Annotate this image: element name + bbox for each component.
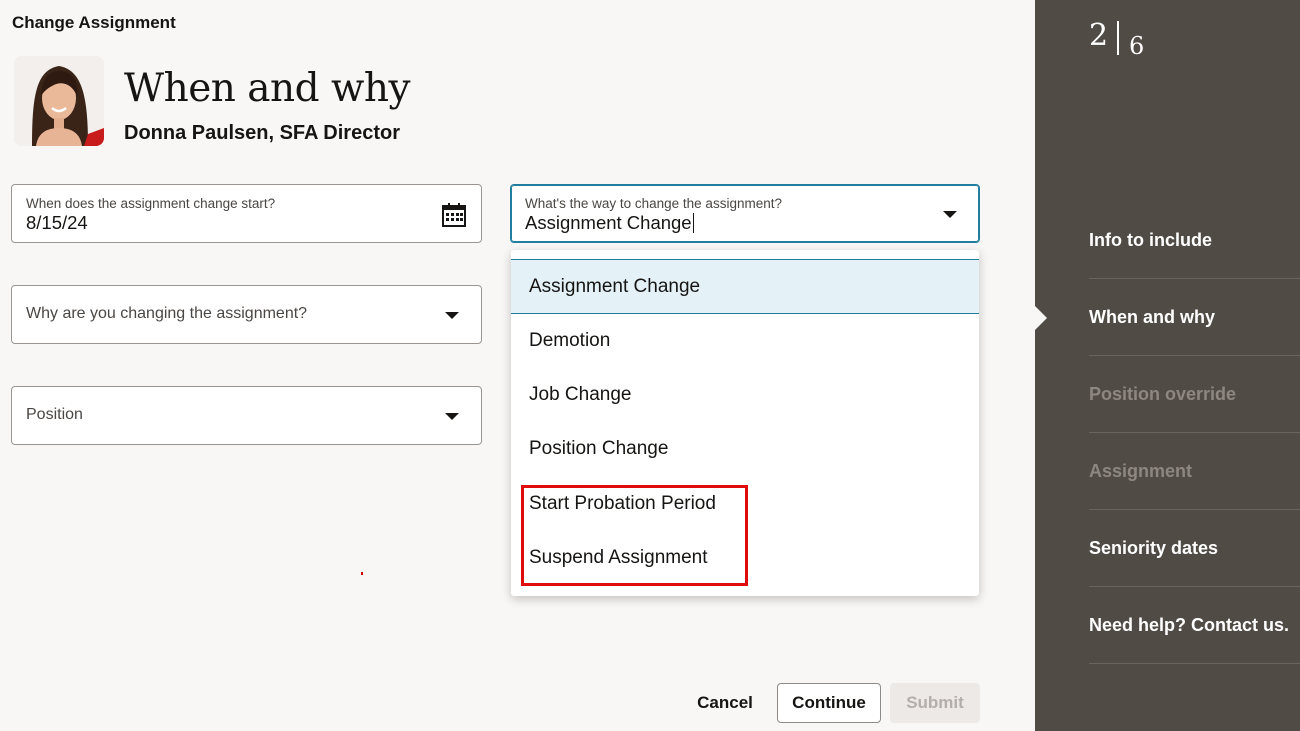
- dropdown-option[interactable]: Job Change: [511, 368, 979, 422]
- cancel-button[interactable]: Cancel: [690, 684, 760, 722]
- nav-item-seniority-dates[interactable]: Seniority dates: [1089, 510, 1300, 587]
- start-date-value[interactable]: 8/15/24: [26, 212, 88, 234]
- action-label: What's the way to change the assignment?: [525, 196, 782, 211]
- text-cursor: [692, 213, 695, 233]
- nav-item-position-override: Position override: [1089, 356, 1300, 433]
- nav-item-when-and-why[interactable]: When and why: [1089, 279, 1300, 356]
- section-heading: When and why: [124, 66, 411, 111]
- step-total: 6: [1129, 32, 1145, 60]
- chevron-down-icon[interactable]: [943, 211, 957, 218]
- person-photo: [14, 56, 104, 146]
- calendar-icon[interactable]: [441, 202, 467, 228]
- dropdown-option[interactable]: Assignment Change: [511, 260, 979, 314]
- continue-button[interactable]: Continue: [777, 683, 881, 723]
- nav-item-assignment: Assignment: [1089, 433, 1300, 510]
- page-title: Change Assignment: [12, 13, 176, 32]
- reason-select[interactable]: Why are you changing the assignment?: [11, 285, 482, 344]
- chevron-down-icon[interactable]: [445, 413, 459, 420]
- step-sidebar: 2 6 Info to include When and why Positio…: [1035, 0, 1300, 731]
- stray-mark: [361, 572, 363, 575]
- step-divider: [1117, 21, 1119, 55]
- chevron-down-icon[interactable]: [445, 312, 459, 319]
- reason-placeholder: Why are you changing the assignment?: [26, 305, 308, 322]
- start-date-field[interactable]: When does the assignment change start? 8…: [11, 184, 482, 243]
- avatar: [14, 56, 104, 146]
- action-select[interactable]: What's the way to change the assignment?…: [510, 184, 980, 243]
- action-value: Assignment Change: [525, 212, 692, 233]
- dropdown-option[interactable]: Position Change: [511, 422, 979, 476]
- current-step-pointer: [1035, 306, 1047, 330]
- action-value-wrap[interactable]: Assignment Change: [525, 212, 695, 234]
- start-date-label: When does the assignment change start?: [26, 196, 276, 211]
- annotation-highlight-box: [521, 485, 748, 586]
- dropdown-option[interactable]: Demotion: [511, 314, 979, 368]
- position-select[interactable]: Position: [11, 386, 482, 445]
- person-name: Donna Paulsen, SFA Director: [124, 122, 400, 144]
- step-current: 2: [1089, 18, 1109, 53]
- nav-item-info-to-include[interactable]: Info to include: [1089, 202, 1300, 279]
- position-placeholder: Position: [26, 406, 83, 423]
- nav-item-contact-us[interactable]: Need help? Contact us.: [1089, 587, 1300, 664]
- submit-button[interactable]: Submit: [890, 683, 980, 723]
